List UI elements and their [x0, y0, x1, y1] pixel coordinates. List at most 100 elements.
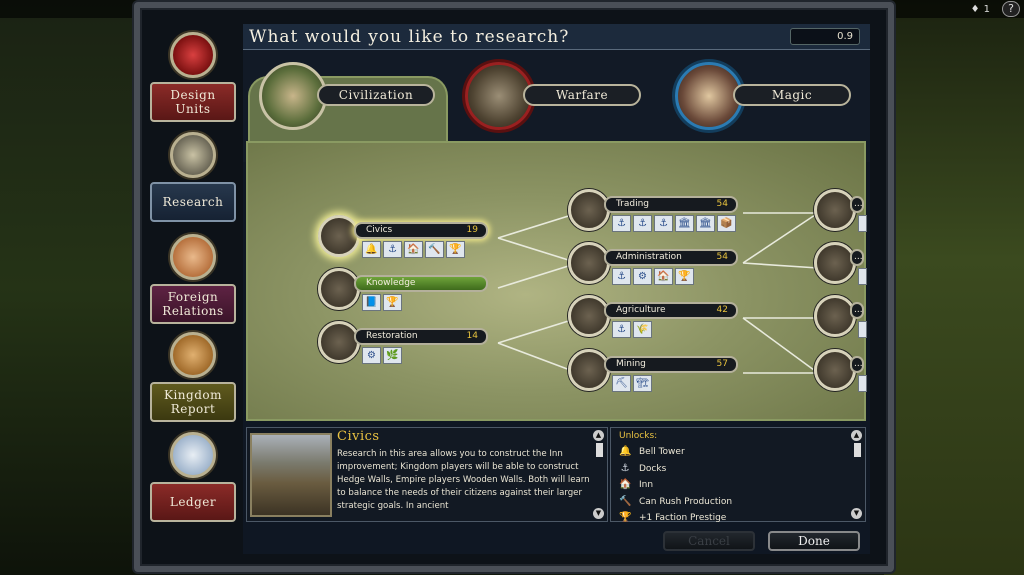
tab-civilization-label: Civilization — [317, 84, 435, 106]
unlock-icon[interactable] — [858, 375, 867, 392]
sidebar-item-foreign-relations[interactable]: Foreign Relations — [150, 234, 236, 334]
unlock-label: +1 Faction Prestige — [639, 513, 727, 524]
unlock-icon[interactable]: 🌾 — [633, 321, 652, 338]
inn-icon: 🏠 — [619, 479, 632, 491]
unlock-icon[interactable]: ⚓ — [633, 215, 652, 232]
tech-unlock-icons — [858, 268, 867, 285]
scroll-up-icon[interactable]: ▲ — [851, 430, 862, 441]
kingdom-report-button[interactable]: Kingdom Report — [150, 382, 236, 422]
tech-unlock-icons: 🔔 ⚓ 🏠 🔨 🏆 — [362, 241, 465, 258]
tech-unlock-icons: ⚓ 🌾 — [612, 321, 652, 338]
design-units-button[interactable]: Design Units — [150, 82, 236, 122]
cancel-button[interactable]: Cancel — [663, 531, 755, 551]
tech-description-panel: Civics Research in this area allows you … — [246, 427, 608, 522]
tech-bar-restoration: Restoration 14 — [354, 328, 488, 345]
unlocks-scrollbar[interactable]: ▲ ▼ — [851, 430, 863, 519]
trophy-icon[interactable]: 🏆 — [446, 241, 465, 258]
scroll-thumb[interactable] — [595, 443, 603, 457]
tech-unlock-icons: 📘 🏆 — [362, 294, 402, 311]
sidebar-item-ledger[interactable]: Ledger — [150, 432, 236, 532]
help-button[interactable]: ? — [1002, 1, 1020, 17]
inn-icon[interactable]: 🏠 — [404, 241, 423, 258]
pickaxe-icon[interactable]: ⛏ — [612, 375, 631, 392]
tech-unlock-icons: ⚓ ⚙ 🏠 🏆 — [612, 268, 694, 285]
description-scrollbar[interactable]: ▲ ▼ — [593, 430, 605, 519]
world-background-left — [0, 0, 140, 575]
unlock-icon[interactable]: ⚓ — [612, 321, 631, 338]
unlock-icon[interactable]: ⚓ — [654, 215, 673, 232]
scroll-down-icon[interactable]: ▼ — [851, 508, 862, 519]
trophy-icon: 🏆 — [619, 512, 632, 524]
unlock-label: Docks — [639, 463, 667, 474]
tech-title: Civics — [337, 429, 380, 444]
crystal-icon: ♦ — [970, 3, 980, 15]
resource-badge: ♦ 1 — [971, 1, 990, 17]
unlock-icon[interactable]: ⚙ — [633, 268, 652, 285]
tech-bar-next: ... — [850, 356, 864, 373]
tech-unlock-icons — [858, 321, 867, 338]
tech-bar-civics: Civics 19 — [354, 222, 488, 239]
tech-tree: Civics 19 🔔 ⚓ 🏠 🔨 🏆 Knowledge 📘 🏆 Restor… — [246, 141, 867, 421]
unlock-icon[interactable]: 🏛 — [696, 215, 715, 232]
unlock-icon[interactable] — [858, 268, 867, 285]
list-item[interactable]: 🏠 Inn — [619, 477, 732, 494]
gear-icon[interactable]: ⚙ — [362, 347, 381, 364]
unlock-icon[interactable]: ⚓ — [612, 268, 631, 285]
tech-bar-administration: Administration 54 — [604, 249, 738, 266]
research-button[interactable]: Research — [150, 182, 236, 222]
unlock-icon[interactable]: ⚓ — [612, 215, 631, 232]
building-icon[interactable]: 🏗 — [633, 375, 652, 392]
foreign-relations-button[interactable]: Foreign Relations — [150, 284, 236, 324]
unlock-label: Can Rush Production — [639, 496, 733, 507]
world-background-right — [884, 0, 1024, 575]
done-button[interactable]: Done — [768, 531, 860, 551]
unlock-icon[interactable] — [858, 215, 867, 232]
tech-description: Research in this area allows you to cons… — [337, 449, 590, 511]
tech-bar-next: ... — [850, 196, 864, 213]
tech-unlock-icons — [858, 375, 867, 392]
trophy-icon[interactable]: 🏆 — [675, 268, 694, 285]
scroll-thumb[interactable] — [853, 443, 861, 457]
knowledge-icon — [318, 268, 360, 310]
hammer-icon[interactable]: 🔨 — [425, 241, 444, 258]
compass-icon — [170, 132, 216, 178]
administration-icon — [568, 242, 610, 284]
panel-header: What would you like to research? 0.9 — [243, 24, 870, 50]
unlock-icon[interactable]: 🏠 — [654, 268, 673, 285]
trophy-icon[interactable]: 🏆 — [383, 294, 402, 311]
castle-icon — [170, 332, 216, 378]
list-item[interactable]: 🔨 Can Rush Production — [619, 494, 732, 511]
restoration-icon — [318, 321, 360, 363]
agriculture-icon — [568, 295, 610, 337]
unlock-icon[interactable]: 📦 — [717, 215, 736, 232]
unlocks-panel: Unlocks: 🔔 Bell Tower ⚓ Docks 🏠 Inn 🔨 Ca… — [610, 427, 866, 523]
leaf-icon[interactable]: 🌿 — [383, 347, 402, 364]
tab-magic-label: Magic — [733, 84, 851, 106]
tech-bar-next: ... — [850, 302, 864, 319]
ledger-button[interactable]: Ledger — [150, 482, 236, 522]
tech-bar-next: ... — [850, 249, 864, 266]
sidebar-item-design-units[interactable]: Design Units — [150, 32, 236, 132]
sidebar-item-kingdom-report[interactable]: Kingdom Report — [150, 332, 236, 432]
book-icon[interactable]: 📘 — [362, 294, 381, 311]
tech-bar-mining: Mining 57 — [604, 356, 738, 373]
docks-icon: ⚓ — [620, 462, 630, 474]
bell-icon[interactable]: 🔔 — [362, 241, 381, 258]
mining-icon — [568, 349, 610, 391]
bell-icon: 🔔 — [619, 446, 632, 458]
tech-unlock-icons: ⚓ ⚓ ⚓ 🏛 🏛 📦 — [612, 215, 736, 232]
scroll-up-icon[interactable]: ▲ — [593, 430, 604, 441]
list-item[interactable]: 🏆 +1 Faction Prestige — [619, 510, 732, 527]
handshake-icon — [170, 234, 216, 280]
sidebar-item-research[interactable]: Research — [150, 132, 236, 232]
tech-bar-knowledge: Knowledge — [354, 275, 488, 292]
scroll-down-icon[interactable]: ▼ — [593, 508, 604, 519]
list-item[interactable]: ⚓ Docks — [619, 461, 732, 478]
unlock-icon[interactable]: 🏛 — [675, 215, 694, 232]
docks-icon[interactable]: ⚓ — [383, 241, 402, 258]
tech-icon — [814, 189, 856, 231]
list-item[interactable]: 🔔 Bell Tower — [619, 444, 732, 461]
unlock-icon[interactable] — [858, 321, 867, 338]
page-title: What would you like to research? — [249, 27, 570, 47]
civics-icon — [318, 215, 360, 257]
